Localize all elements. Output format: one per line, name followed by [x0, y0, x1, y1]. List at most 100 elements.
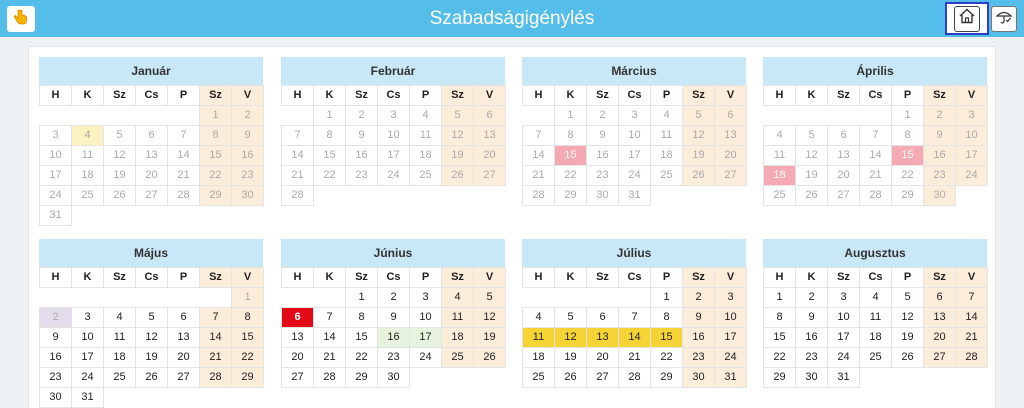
calendar-day[interactable]: 12 [473, 307, 506, 328]
calendar-day[interactable]: 10 [827, 307, 860, 328]
calendar-day[interactable]: 24 [714, 347, 747, 368]
calendar-day[interactable]: 11 [103, 327, 136, 348]
calendar-day[interactable]: 14 [199, 327, 232, 348]
calendar-day[interactable]: 13 [586, 327, 619, 348]
calendar-day[interactable]: 17 [714, 327, 747, 348]
calendar-day[interactable]: 16 [795, 327, 828, 348]
calendar-day[interactable]: 19 [891, 327, 924, 348]
calendar-day[interactable]: 24 [409, 347, 442, 368]
calendar-day[interactable]: 7 [955, 287, 988, 308]
home-button[interactable] [945, 2, 989, 35]
calendar-day[interactable]: 17 [39, 165, 72, 186]
calendar-day[interactable]: 3 [827, 287, 860, 308]
calendar-day[interactable]: 11 [763, 145, 796, 166]
calendar-day[interactable]: 18 [859, 327, 892, 348]
calendar-day[interactable]: 28 [281, 185, 314, 206]
calendar-day[interactable]: 27 [473, 165, 506, 186]
calendar-day[interactable]: 20 [827, 165, 860, 186]
calendar-day[interactable]: 26 [441, 165, 474, 186]
calendar-day[interactable]: 2 [795, 287, 828, 308]
calendar-day[interactable]: 16 [231, 145, 264, 166]
calendar-day[interactable]: 16 [377, 327, 410, 348]
calendar-day[interactable]: 14 [955, 307, 988, 328]
calendar-day[interactable]: 26 [795, 185, 828, 206]
calendar-day[interactable]: 8 [231, 307, 264, 328]
calendar-day[interactable]: 5 [441, 105, 474, 126]
calendar-day[interactable]: 23 [39, 367, 72, 388]
calendar-day[interactable]: 18 [409, 145, 442, 166]
calendar-day[interactable]: 17 [409, 327, 442, 348]
calendar-day[interactable]: 20 [714, 145, 747, 166]
calendar-day[interactable]: 28 [167, 185, 200, 206]
calendar-day[interactable]: 16 [923, 145, 956, 166]
calendar-day[interactable]: 19 [554, 347, 587, 368]
calendar-day[interactable]: 25 [103, 367, 136, 388]
calendar-day[interactable]: 4 [103, 307, 136, 328]
calendar-day[interactable]: 22 [345, 347, 378, 368]
calendar-day[interactable]: 21 [199, 347, 232, 368]
calendar-day[interactable]: 22 [313, 165, 346, 186]
calendar-day[interactable]: 6 [135, 125, 168, 146]
calendar-day[interactable]: 28 [522, 185, 555, 206]
calendar-day[interactable]: 10 [955, 125, 988, 146]
calendar-day[interactable]: 4 [650, 105, 683, 126]
calendar-day[interactable]: 11 [71, 145, 104, 166]
calendar-day[interactable]: 31 [39, 205, 72, 226]
calendar-day[interactable]: 14 [313, 327, 346, 348]
calendar-day[interactable]: 12 [682, 125, 715, 146]
calendar-day[interactable]: 21 [522, 165, 555, 186]
calendar-day[interactable]: 29 [891, 185, 924, 206]
calendar-day[interactable]: 5 [795, 125, 828, 146]
calendar-day[interactable]: 2 [682, 287, 715, 308]
calendar-day[interactable]: 16 [586, 145, 619, 166]
calendar-day[interactable]: 8 [313, 125, 346, 146]
calendar-day[interactable]: 27 [923, 347, 956, 368]
calendar-day[interactable]: 9 [795, 307, 828, 328]
calendar-day[interactable]: 25 [522, 367, 555, 388]
calendar-day[interactable]: 18 [71, 165, 104, 186]
calendar-day[interactable]: 5 [103, 125, 136, 146]
calendar-day[interactable]: 18 [103, 347, 136, 368]
calendar-day[interactable]: 14 [859, 145, 892, 166]
calendar-day[interactable]: 7 [313, 307, 346, 328]
calendar-day[interactable]: 23 [795, 347, 828, 368]
calendar-day[interactable]: 11 [522, 327, 555, 348]
calendar-day[interactable]: 12 [795, 145, 828, 166]
calendar-day[interactable]: 9 [586, 125, 619, 146]
calendar-day[interactable]: 25 [71, 185, 104, 206]
calendar-day[interactable]: 6 [586, 307, 619, 328]
calendar-day[interactable]: 3 [714, 287, 747, 308]
calendar-day[interactable]: 25 [763, 185, 796, 206]
calendar-day[interactable]: 26 [682, 165, 715, 186]
beach-umbrella-button[interactable] [991, 6, 1017, 32]
calendar-day[interactable]: 28 [313, 367, 346, 388]
calendar-day[interactable]: 12 [441, 125, 474, 146]
calendar-day[interactable]: 8 [650, 307, 683, 328]
calendar-day[interactable]: 30 [923, 185, 956, 206]
calendar-day[interactable]: 6 [473, 105, 506, 126]
calendar-day[interactable]: 15 [554, 145, 587, 166]
calendar-day[interactable]: 15 [231, 327, 264, 348]
calendar-day[interactable]: 4 [859, 287, 892, 308]
calendar-day[interactable]: 31 [827, 367, 860, 388]
calendar-day[interactable]: 11 [859, 307, 892, 328]
calendar-day[interactable]: 14 [167, 145, 200, 166]
calendar-day[interactable]: 2 [39, 307, 72, 328]
calendar-day[interactable]: 22 [554, 165, 587, 186]
calendar-day[interactable]: 11 [650, 125, 683, 146]
calendar-day[interactable]: 19 [795, 165, 828, 186]
calendar-day[interactable]: 21 [281, 165, 314, 186]
calendar-day[interactable]: 8 [345, 307, 378, 328]
calendar-day[interactable]: 10 [71, 327, 104, 348]
calendar-day[interactable]: 22 [763, 347, 796, 368]
calendar-day[interactable]: 10 [39, 145, 72, 166]
calendar-day[interactable]: 8 [554, 125, 587, 146]
calendar-day[interactable]: 27 [714, 165, 747, 186]
calendar-day[interactable]: 20 [923, 327, 956, 348]
calendar-day[interactable]: 13 [473, 125, 506, 146]
calendar-day[interactable]: 7 [618, 307, 651, 328]
calendar-day[interactable]: 5 [554, 307, 587, 328]
hand-pointer-button[interactable] [7, 6, 35, 32]
calendar-day[interactable]: 26 [891, 347, 924, 368]
calendar-day[interactable]: 20 [281, 347, 314, 368]
